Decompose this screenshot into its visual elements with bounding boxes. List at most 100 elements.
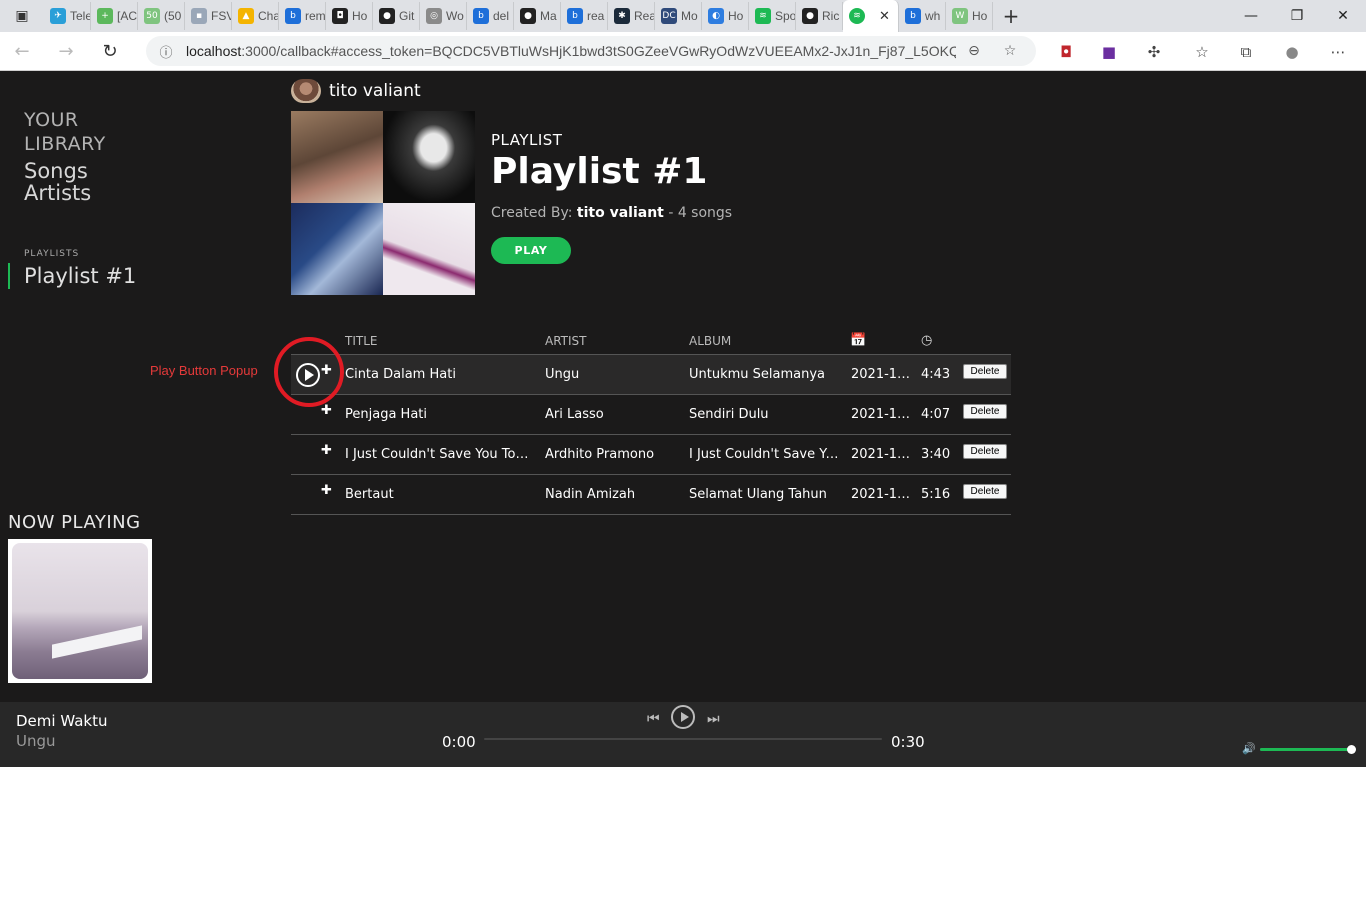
favorites-icon[interactable]: ☆	[1190, 40, 1214, 64]
sidebar-link-songs[interactable]: Songs	[24, 159, 88, 183]
track-title: I Just Couldn't Save You Tonight	[345, 447, 533, 462]
zoom-icon[interactable]: ⊖	[956, 43, 992, 59]
tab-label: Ma	[540, 9, 557, 23]
play-pause-button[interactable]	[671, 705, 695, 729]
annotation-label: Play Button Popup	[150, 363, 258, 378]
profile-avatar-icon[interactable]: ●	[1280, 40, 1304, 64]
browser-tab[interactable]: ≋ Spo	[749, 2, 796, 30]
add-favorite-icon[interactable]: ☆	[992, 43, 1028, 59]
browser-tab[interactable]: ◎ Wo	[420, 2, 467, 30]
close-window-button[interactable]: ✕	[1320, 8, 1366, 24]
tab-label: FSV	[211, 9, 231, 23]
calendar-icon[interactable]: 📅	[850, 333, 866, 348]
delete-track-button[interactable]: Delete	[963, 444, 1007, 459]
track-duration: 4:07	[921, 407, 951, 422]
volume-fill	[1260, 748, 1351, 751]
add-to-queue-icon[interactable]: ✚	[321, 443, 332, 458]
browser-tab[interactable]: ✱ Rea	[608, 2, 655, 30]
extensions-puzzle-icon[interactable]: ✣	[1142, 40, 1166, 64]
browser-tab[interactable]: b del	[467, 2, 514, 30]
table-row[interactable]: ✚ Penjaga Hati Ari Lasso Sendiri Dulu 2021-1…	[291, 395, 1011, 435]
browser-tab-active[interactable]: ≋ ✕	[843, 0, 899, 32]
table-row[interactable]: ✚ Bertaut Nadin Amizah Selamat Ulang Tahun 2…	[291, 475, 1011, 515]
tab-label: Ho	[352, 9, 368, 23]
extension-shield-icon[interactable]: ◘	[1054, 40, 1078, 64]
browser-tab[interactable]: W Ho	[946, 2, 993, 30]
track-artist: Ari Lasso	[545, 407, 604, 422]
browser-tab[interactable]: b wh	[899, 2, 946, 30]
browser-tab[interactable]: ● Ma	[514, 2, 561, 30]
cover-image-2	[383, 111, 475, 203]
more-menu-icon[interactable]: ⋯	[1326, 40, 1350, 64]
playlist-cover-mosaic	[291, 111, 475, 295]
extension-purple-icon[interactable]: ■	[1097, 40, 1121, 64]
refresh-button[interactable]: ↻	[88, 41, 132, 62]
collections-icon[interactable]: ⧉	[1234, 40, 1258, 64]
spotify-favicon-icon: ≋	[849, 8, 865, 24]
browser-tab[interactable]: ◘ Ho	[326, 2, 373, 30]
browser-tab[interactable]: ● Git	[373, 2, 420, 30]
delete-track-button[interactable]: Delete	[963, 404, 1007, 419]
next-track-icon[interactable]: ⏭	[707, 711, 720, 727]
header-artist[interactable]: ARTIST	[545, 334, 587, 348]
browser-tab[interactable]: 50 (50	[138, 2, 185, 30]
browser-tab[interactable]: b rem	[279, 2, 326, 30]
volume-icon[interactable]: 🔊	[1242, 742, 1256, 755]
delete-track-button[interactable]: Delete	[963, 364, 1007, 379]
maximize-button[interactable]: ❐	[1274, 8, 1320, 24]
header-album[interactable]: ALBUM	[689, 334, 731, 348]
browser-toolbar: ← → ↻ ⓘ localhost:3000/callback#access_t…	[0, 32, 1366, 71]
track-date-added: 2021-11-12	[851, 447, 915, 462]
sidebar-link-artists[interactable]: Artists	[24, 181, 91, 205]
cover-image-3	[291, 203, 383, 295]
site-info-icon[interactable]: ⓘ	[146, 42, 186, 61]
playlist-owner[interactable]: tito valiant	[577, 205, 664, 221]
sidebar-item-playlist-1[interactable]: Playlist #1	[8, 263, 136, 289]
browser-tab[interactable]: + [AC	[91, 2, 138, 30]
tab-favicon-icon: ◎	[426, 8, 442, 24]
add-to-queue-icon[interactable]: ✚	[321, 483, 332, 498]
previous-track-icon[interactable]: ⏮	[647, 711, 660, 727]
volume-slider[interactable]	[1260, 745, 1356, 754]
tab-actions-icon[interactable]: ▣	[0, 0, 44, 32]
browser-tab[interactable]: ▲ Cha	[232, 2, 279, 30]
track-artist: Ungu	[545, 367, 580, 382]
browser-tab[interactable]: ✈ Tele	[44, 2, 91, 30]
browser-tab[interactable]: b rea	[561, 2, 608, 30]
playlists-heading: PLAYLISTS	[24, 249, 80, 259]
header-title[interactable]: TITLE	[345, 334, 377, 348]
table-row[interactable]: ✚ I Just Couldn't Save You Tonight Ardhito…	[291, 435, 1011, 475]
track-date-added: 2021-11-10	[851, 407, 915, 422]
clock-icon[interactable]: ◷	[921, 333, 932, 348]
created-by-label: Created By:	[491, 205, 573, 221]
browser-tab[interactable]: ▪ FSV	[185, 2, 232, 30]
user-profile[interactable]: tito valiant	[291, 79, 421, 103]
minimize-button[interactable]: —	[1228, 8, 1274, 24]
tab-favicon-icon: ◘	[332, 8, 348, 24]
address-bar[interactable]: ⓘ localhost:3000/callback#access_token=B…	[146, 36, 1036, 66]
url-text[interactable]: localhost:3000/callback#access_token=BQC…	[186, 43, 956, 59]
track-artist: Ardhito Pramono	[545, 447, 655, 462]
tab-label: rea	[587, 9, 605, 23]
tab-favicon-icon: ●	[802, 8, 818, 24]
add-to-queue-icon[interactable]: ✚	[321, 403, 332, 418]
volume-knob[interactable]	[1347, 745, 1356, 754]
close-tab-icon[interactable]: ✕	[879, 9, 890, 24]
back-button[interactable]: ←	[0, 41, 44, 62]
table-row[interactable]: ✚ Cinta Dalam Hati Ungu Untukmu Selamanya 20…	[291, 355, 1011, 395]
browser-tab[interactable]: DC Mo	[655, 2, 702, 30]
tab-label: Ric	[822, 9, 840, 23]
now-playing-song: Demi Waktu	[16, 712, 108, 730]
forward-button[interactable]: →	[44, 41, 88, 62]
tab-label: Mo	[681, 9, 698, 23]
browser-tab[interactable]: ◐ Ho	[702, 2, 749, 30]
annotation-circle	[274, 337, 344, 407]
playlist-title: Playlist #1	[491, 151, 708, 192]
play-playlist-button[interactable]: PLAY	[491, 237, 571, 264]
progress-bar[interactable]	[484, 738, 882, 740]
tab-label: Tele	[70, 9, 91, 23]
delete-track-button[interactable]: Delete	[963, 484, 1007, 499]
new-tab-button[interactable]: +	[993, 4, 1029, 28]
browser-tab[interactable]: ● Ric	[796, 2, 843, 30]
tab-favicon-icon: +	[97, 8, 113, 24]
